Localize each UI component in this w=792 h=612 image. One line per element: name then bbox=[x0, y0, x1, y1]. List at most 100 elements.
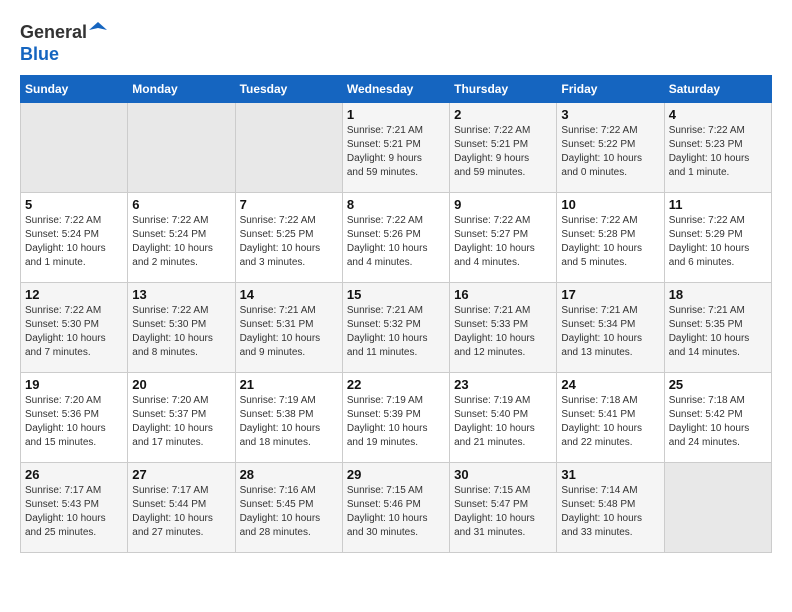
day-number: 19 bbox=[25, 377, 123, 392]
logo: General Blue bbox=[20, 20, 107, 65]
day-number: 12 bbox=[25, 287, 123, 302]
column-header-saturday: Saturday bbox=[664, 76, 771, 103]
day-number: 26 bbox=[25, 467, 123, 482]
day-number: 14 bbox=[240, 287, 338, 302]
day-number: 3 bbox=[561, 107, 659, 122]
calendar-cell: 2Sunrise: 7:22 AM Sunset: 5:21 PM Daylig… bbox=[450, 103, 557, 193]
day-number: 31 bbox=[561, 467, 659, 482]
calendar-cell: 18 Sunrise: 7:21 AM Sunset: 5:35 PM Dayli… bbox=[664, 283, 771, 373]
calendar-cell: 3 Sunrise: 7:22 AM Sunset: 5:22 PM Daylig… bbox=[557, 103, 664, 193]
day-info: Sunrise: 7:22 AM Sunset: 5:29 PM Dayligh… bbox=[669, 214, 767, 270]
column-header-sunday: Sunday bbox=[21, 76, 128, 103]
calendar-cell: 6 Sunrise: 7:22 AM Sunset: 5:24 PM Daylig… bbox=[128, 193, 235, 283]
day-info: Sunrise: 7:22 AM Sunset: 5:24 PM Dayligh… bbox=[25, 214, 123, 270]
calendar-cell: 12 Sunrise: 7:22 AM Sunset: 5:30 PM Dayli… bbox=[21, 283, 128, 373]
calendar-cell: 19 Sunrise: 7:20 AM Sunset: 5:36 PM Dayli… bbox=[21, 373, 128, 463]
day-number: 9 bbox=[454, 197, 552, 212]
calendar-cell: 5 Sunrise: 7:22 AM Sunset: 5:24 PM Daylig… bbox=[21, 193, 128, 283]
day-number: 30 bbox=[454, 467, 552, 482]
calendar-cell bbox=[128, 103, 235, 193]
logo-blue: Blue bbox=[20, 44, 59, 64]
day-number: 29 bbox=[347, 467, 445, 482]
calendar-week-row: 5 Sunrise: 7:22 AM Sunset: 5:24 PM Daylig… bbox=[21, 193, 772, 283]
day-info: Sunrise: 7:15 AM Sunset: 5:46 PM Dayligh… bbox=[347, 484, 445, 540]
calendar-cell: 22Sunrise: 7:19 AM Sunset: 5:39 PM Dayli… bbox=[342, 373, 449, 463]
day-number: 8 bbox=[347, 197, 445, 212]
day-info: Sunrise: 7:22 AM Sunset: 5:25 PM Dayligh… bbox=[240, 214, 338, 270]
calendar-cell: 21Sunrise: 7:19 AM Sunset: 5:38 PM Dayli… bbox=[235, 373, 342, 463]
day-number: 17 bbox=[561, 287, 659, 302]
day-info: Sunrise: 7:21 AM Sunset: 5:21 PM Dayligh… bbox=[347, 124, 445, 180]
calendar-cell: 29 Sunrise: 7:15 AM Sunset: 5:46 PM Dayli… bbox=[342, 463, 449, 553]
calendar-cell: 1 Sunrise: 7:21 AM Sunset: 5:21 PM Daylig… bbox=[342, 103, 449, 193]
calendar-table: SundayMondayTuesdayWednesdayThursdayFrid… bbox=[20, 75, 772, 553]
day-info: Sunrise: 7:22 AM Sunset: 5:30 PM Dayligh… bbox=[132, 304, 230, 360]
day-info: Sunrise: 7:21 AM Sunset: 5:33 PM Dayligh… bbox=[454, 304, 552, 360]
column-header-thursday: Thursday bbox=[450, 76, 557, 103]
day-number: 23 bbox=[454, 377, 552, 392]
calendar-cell: 11 Sunrise: 7:22 AM Sunset: 5:29 PM Dayli… bbox=[664, 193, 771, 283]
calendar-cell: 17 Sunrise: 7:21 AM Sunset: 5:34 PM Dayli… bbox=[557, 283, 664, 373]
day-info: Sunrise: 7:15 AM Sunset: 5:47 PM Dayligh… bbox=[454, 484, 552, 540]
calendar-cell: 23 Sunrise: 7:19 AM Sunset: 5:40 PM Dayli… bbox=[450, 373, 557, 463]
day-info: Sunrise: 7:16 AM Sunset: 5:45 PM Dayligh… bbox=[240, 484, 338, 540]
day-info: Sunrise: 7:21 AM Sunset: 5:34 PM Dayligh… bbox=[561, 304, 659, 360]
calendar-cell: 25Sunrise: 7:18 AM Sunset: 5:42 PM Dayli… bbox=[664, 373, 771, 463]
calendar-week-row: 12 Sunrise: 7:22 AM Sunset: 5:30 PM Dayli… bbox=[21, 283, 772, 373]
calendar-cell: 10 Sunrise: 7:22 AM Sunset: 5:28 PM Dayli… bbox=[557, 193, 664, 283]
calendar-cell: 7Sunrise: 7:22 AM Sunset: 5:25 PM Daylig… bbox=[235, 193, 342, 283]
calendar-header-row: SundayMondayTuesdayWednesdayThursdayFrid… bbox=[21, 76, 772, 103]
calendar-cell: 31 Sunrise: 7:14 AM Sunset: 5:48 PM Dayli… bbox=[557, 463, 664, 553]
day-info: Sunrise: 7:22 AM Sunset: 5:22 PM Dayligh… bbox=[561, 124, 659, 180]
day-number: 1 bbox=[347, 107, 445, 122]
day-number: 11 bbox=[669, 197, 767, 212]
day-info: Sunrise: 7:17 AM Sunset: 5:44 PM Dayligh… bbox=[132, 484, 230, 540]
logo-bird-icon bbox=[89, 20, 107, 38]
day-number: 27 bbox=[132, 467, 230, 482]
calendar-cell bbox=[664, 463, 771, 553]
column-header-friday: Friday bbox=[557, 76, 664, 103]
calendar-cell: 13Sunrise: 7:22 AM Sunset: 5:30 PM Dayli… bbox=[128, 283, 235, 373]
day-number: 21 bbox=[240, 377, 338, 392]
day-info: Sunrise: 7:21 AM Sunset: 5:35 PM Dayligh… bbox=[669, 304, 767, 360]
calendar-cell: 14 Sunrise: 7:21 AM Sunset: 5:31 PM Dayli… bbox=[235, 283, 342, 373]
calendar-week-row: 26 Sunrise: 7:17 AM Sunset: 5:43 PM Dayli… bbox=[21, 463, 772, 553]
day-info: Sunrise: 7:21 AM Sunset: 5:31 PM Dayligh… bbox=[240, 304, 338, 360]
day-info: Sunrise: 7:21 AM Sunset: 5:32 PM Dayligh… bbox=[347, 304, 445, 360]
calendar-cell: 30 Sunrise: 7:15 AM Sunset: 5:47 PM Dayli… bbox=[450, 463, 557, 553]
day-info: Sunrise: 7:22 AM Sunset: 5:30 PM Dayligh… bbox=[25, 304, 123, 360]
day-info: Sunrise: 7:22 AM Sunset: 5:28 PM Dayligh… bbox=[561, 214, 659, 270]
calendar-cell: 20Sunrise: 7:20 AM Sunset: 5:37 PM Dayli… bbox=[128, 373, 235, 463]
calendar-cell bbox=[21, 103, 128, 193]
calendar-cell: 16 Sunrise: 7:21 AM Sunset: 5:33 PM Dayli… bbox=[450, 283, 557, 373]
day-info: Sunrise: 7:20 AM Sunset: 5:36 PM Dayligh… bbox=[25, 394, 123, 450]
day-info: Sunrise: 7:22 AM Sunset: 5:24 PM Dayligh… bbox=[132, 214, 230, 270]
day-info: Sunrise: 7:14 AM Sunset: 5:48 PM Dayligh… bbox=[561, 484, 659, 540]
calendar-cell: 28Sunrise: 7:16 AM Sunset: 5:45 PM Dayli… bbox=[235, 463, 342, 553]
calendar-week-row: 19 Sunrise: 7:20 AM Sunset: 5:36 PM Dayli… bbox=[21, 373, 772, 463]
day-info: Sunrise: 7:22 AM Sunset: 5:21 PM Dayligh… bbox=[454, 124, 552, 180]
logo-general: General bbox=[20, 22, 87, 42]
day-info: Sunrise: 7:22 AM Sunset: 5:27 PM Dayligh… bbox=[454, 214, 552, 270]
calendar-cell: 4Sunrise: 7:22 AM Sunset: 5:23 PM Daylig… bbox=[664, 103, 771, 193]
calendar-cell: 24Sunrise: 7:18 AM Sunset: 5:41 PM Dayli… bbox=[557, 373, 664, 463]
day-info: Sunrise: 7:22 AM Sunset: 5:23 PM Dayligh… bbox=[669, 124, 767, 180]
day-number: 25 bbox=[669, 377, 767, 392]
column-header-wednesday: Wednesday bbox=[342, 76, 449, 103]
column-header-monday: Monday bbox=[128, 76, 235, 103]
page-header: General Blue bbox=[20, 20, 772, 65]
day-info: Sunrise: 7:19 AM Sunset: 5:40 PM Dayligh… bbox=[454, 394, 552, 450]
day-number: 10 bbox=[561, 197, 659, 212]
column-header-tuesday: Tuesday bbox=[235, 76, 342, 103]
day-number: 6 bbox=[132, 197, 230, 212]
calendar-cell: 8Sunrise: 7:22 AM Sunset: 5:26 PM Daylig… bbox=[342, 193, 449, 283]
day-info: Sunrise: 7:17 AM Sunset: 5:43 PM Dayligh… bbox=[25, 484, 123, 540]
day-number: 5 bbox=[25, 197, 123, 212]
calendar-cell: 15Sunrise: 7:21 AM Sunset: 5:32 PM Dayli… bbox=[342, 283, 449, 373]
day-number: 20 bbox=[132, 377, 230, 392]
day-number: 18 bbox=[669, 287, 767, 302]
calendar-cell: 26 Sunrise: 7:17 AM Sunset: 5:43 PM Dayli… bbox=[21, 463, 128, 553]
calendar-cell: 27 Sunrise: 7:17 AM Sunset: 5:44 PM Dayli… bbox=[128, 463, 235, 553]
day-number: 16 bbox=[454, 287, 552, 302]
calendar-week-row: 1 Sunrise: 7:21 AM Sunset: 5:21 PM Daylig… bbox=[21, 103, 772, 193]
